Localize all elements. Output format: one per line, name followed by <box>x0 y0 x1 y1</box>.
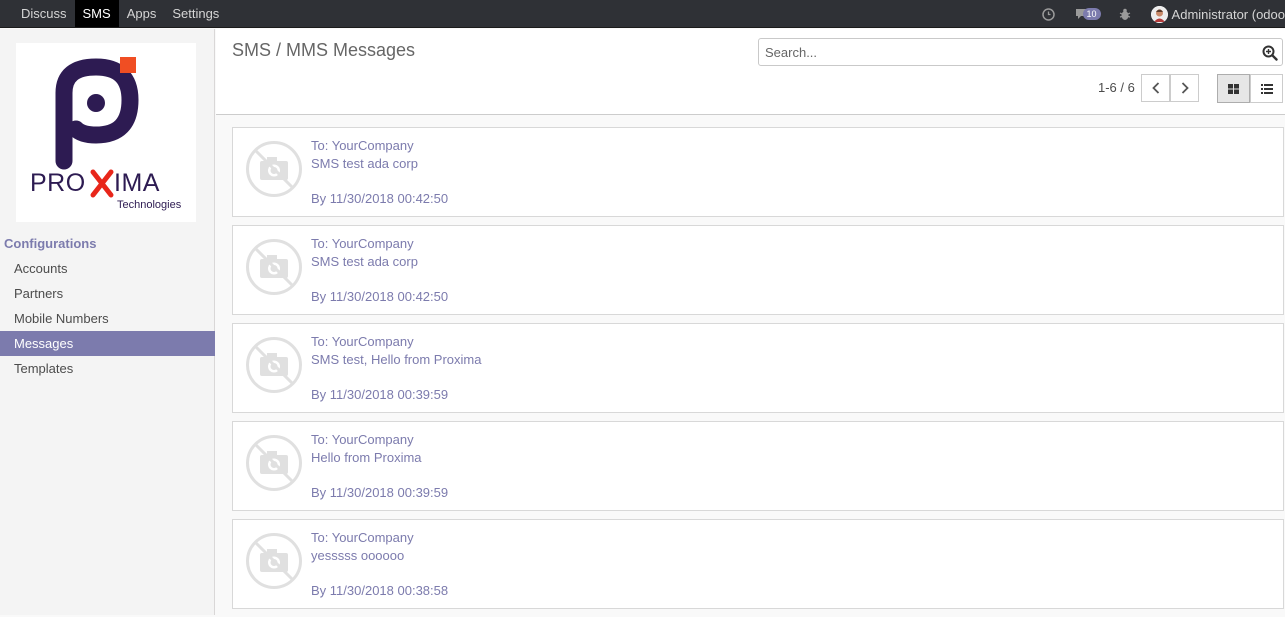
message-recipient: To: YourCompany <box>311 432 414 447</box>
menu-sms[interactable]: SMS <box>74 0 119 27</box>
menu-discuss[interactable]: Discuss <box>13 0 75 27</box>
message-body: yesssss oooooo <box>311 548 405 563</box>
message-body: SMS test ada corp <box>311 156 418 171</box>
chevron-left-icon <box>1151 82 1159 94</box>
notification-badge: 10 <box>1082 8 1101 20</box>
message-date: By 11/30/2018 00:42:50 <box>311 289 449 304</box>
message-card[interactable]: To: YourCompany yesssss oooooo By 11/30/… <box>232 519 1284 609</box>
sidebar-item-partners[interactable]: Partners <box>0 281 215 306</box>
pager-previous-button[interactable] <box>1141 74 1170 102</box>
sidebar-item-templates[interactable]: Templates <box>0 356 215 381</box>
message-recipient: To: YourCompany <box>311 138 414 153</box>
user-menu[interactable]: Administrator (odoo <box>1150 5 1285 23</box>
bug-icon[interactable] <box>1119 8 1131 21</box>
no-image-icon <box>245 238 303 299</box>
systray: 10 Administrator (odoo <box>1041 0 1285 28</box>
avatar <box>1150 5 1168 23</box>
message-card[interactable]: To: YourCompany SMS test ada corp By 11/… <box>232 127 1284 217</box>
main-navbar: Discuss SMS Apps Settings 10 Administrat… <box>0 0 1285 28</box>
sidebar-menu: Accounts Partners Mobile Numbers Message… <box>0 256 215 381</box>
clock-icon[interactable] <box>1041 7 1055 21</box>
message-date: By 11/30/2018 00:39:59 <box>311 485 449 500</box>
message-date: By 11/30/2018 00:39:59 <box>311 387 449 402</box>
list-icon <box>1260 83 1273 94</box>
message-date: By 11/30/2018 00:38:58 <box>311 583 449 598</box>
message-recipient: To: YourCompany <box>311 530 414 545</box>
message-card[interactable]: To: YourCompany SMS test ada corp By 11/… <box>232 225 1284 315</box>
sidebar-item-mobile-numbers[interactable]: Mobile Numbers <box>0 306 215 331</box>
search-box <box>758 38 1283 66</box>
section-configurations: Configurations <box>4 236 97 251</box>
search-input[interactable] <box>759 39 1251 65</box>
no-image-icon <box>245 532 303 593</box>
kanban-view-button[interactable] <box>1217 74 1250 103</box>
grid-icon <box>1228 83 1239 94</box>
no-image-icon <box>245 140 303 201</box>
message-body: Hello from Proxima <box>311 450 422 465</box>
pager-value[interactable]: 1-6 / 6 <box>1098 80 1135 95</box>
sidebar-item-messages[interactable]: Messages <box>0 331 215 356</box>
menu-settings[interactable]: Settings <box>164 0 227 27</box>
company-logo: PRO IMA Technologies <box>16 43 196 222</box>
message-recipient: To: YourCompany <box>311 236 414 251</box>
svg-text:PRO: PRO <box>30 169 86 197</box>
kanban-view: To: YourCompany SMS test ada corp By 11/… <box>232 127 1284 617</box>
messaging-menu[interactable]: 10 <box>1075 8 1101 20</box>
app-menu: Discuss SMS Apps Settings <box>0 0 227 27</box>
sidebar-item-accounts[interactable]: Accounts <box>0 256 215 281</box>
no-image-icon <box>245 434 303 495</box>
sidebar: PRO IMA Technologies Configurations Acco… <box>0 29 215 615</box>
message-recipient: To: YourCompany <box>311 334 414 349</box>
message-card[interactable]: To: YourCompany SMS test, Hello from Pro… <box>232 323 1284 413</box>
message-date: By 11/30/2018 00:42:50 <box>311 191 449 206</box>
pager-next-button[interactable] <box>1170 74 1199 102</box>
svg-text:Technologies: Technologies <box>117 199 182 211</box>
list-view-button[interactable] <box>1250 74 1283 103</box>
menu-apps[interactable]: Apps <box>119 0 165 27</box>
message-card[interactable]: To: YourCompany Hello from Proxima By 11… <box>232 421 1284 511</box>
chevron-right-icon <box>1181 82 1189 94</box>
user-name: Administrator (odoo <box>1171 6 1285 22</box>
message-body: SMS test ada corp <box>311 254 418 269</box>
message-body: SMS test, Hello from Proxima <box>311 352 482 367</box>
svg-text:IMA: IMA <box>114 169 160 197</box>
breadcrumb: SMS / MMS Messages <box>232 40 416 60</box>
search-icon[interactable] <box>1262 45 1278 64</box>
control-panel: SMS / MMS Messages 1-6 / 6 <box>216 29 1285 115</box>
no-image-icon <box>245 336 303 397</box>
